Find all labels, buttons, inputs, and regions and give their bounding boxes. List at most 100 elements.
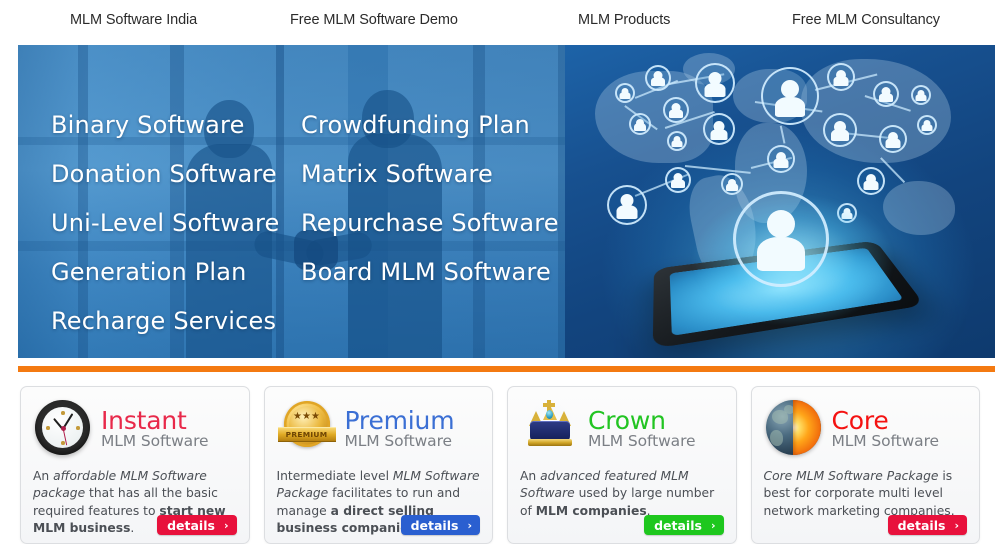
person-body-icon [671, 140, 683, 148]
product-card-crown[interactable]: Crown MLM Software An advanced featured … [507, 386, 737, 544]
details-button[interactable]: details › [400, 515, 480, 535]
clock-center-pin [60, 425, 66, 431]
earth-landmass [769, 430, 783, 446]
hero-link-generation-plan[interactable]: Generation Plan [51, 258, 279, 286]
network-node-hub [761, 67, 819, 125]
chevron-right-icon: › [710, 518, 716, 532]
card-header: Instant MLM Software [33, 397, 237, 459]
person-body-icon [726, 182, 738, 191]
person-body-icon [710, 128, 728, 140]
clock-marker [76, 426, 80, 430]
nav-item-free-mlm-consultancy[interactable]: Free MLM Consultancy [792, 12, 940, 28]
person-body-icon [885, 138, 901, 149]
nav-item-mlm-products[interactable]: MLM Products [578, 12, 670, 28]
network-node [721, 173, 743, 195]
network-node [827, 63, 855, 91]
card-header: Core MLM Software [764, 397, 968, 459]
person-body-icon [879, 93, 893, 103]
world-map-australia [883, 181, 955, 235]
details-button[interactable]: details › [644, 515, 724, 535]
card-description: An advanced featured MLM Software used b… [520, 469, 715, 518]
hero-link-matrix-software[interactable]: Matrix Software [301, 160, 559, 188]
person-head-icon [781, 79, 799, 98]
crown-icon [520, 399, 580, 457]
network-node [665, 167, 691, 193]
person-body-icon [921, 124, 933, 132]
card-title-group: Premium MLM Software [345, 406, 455, 449]
network-node [879, 125, 907, 153]
earth-sphere [765, 400, 821, 455]
network-node-featured [733, 191, 829, 287]
person-body-icon [775, 96, 805, 117]
nav-item-free-mlm-software-demo[interactable]: Free MLM Software Demo [290, 12, 458, 28]
hero-link-donation-software[interactable]: Donation Software [51, 160, 279, 188]
earth-landmass [783, 405, 794, 414]
hero-link-recharge-services[interactable]: Recharge Services [51, 307, 279, 335]
badge-ribbon-label: PREMIUM [285, 430, 328, 439]
nav-item-mlm-software-india[interactable]: MLM Software India [70, 12, 197, 28]
card-subtitle: MLM Software [831, 431, 940, 450]
network-node [629, 113, 651, 135]
earth-core-icon [764, 399, 824, 457]
earth-molten-core [793, 400, 821, 455]
clock-marker [61, 441, 65, 445]
person-head-icon [767, 210, 795, 239]
orange-divider [18, 366, 995, 372]
badge-ribbon: PREMIUM [277, 427, 336, 442]
card-title-group: Crown MLM Software [588, 406, 696, 450]
card-subtitle: MLM Software [588, 431, 696, 450]
product-card-premium[interactable]: ★★★ PREMIUM Premium MLM Software Interme… [263, 386, 493, 544]
card-title-group: Instant MLM Software [101, 406, 209, 450]
card-title: Core [831, 406, 889, 436]
card-description: Core MLM Software Package is best for co… [763, 469, 955, 518]
chevron-right-icon: › [467, 518, 472, 532]
card-subtitle: MLM Software [101, 431, 209, 450]
premium-badge-icon: ★★★ PREMIUM [277, 399, 337, 457]
network-node [663, 97, 689, 123]
network-node [767, 145, 795, 173]
person-body-icon [831, 129, 849, 142]
product-card-instant[interactable]: Instant MLM Software An affordable MLM S… [20, 386, 250, 544]
person-body-icon [863, 180, 879, 191]
person-body-icon [757, 237, 805, 272]
hero-link-crowdfunding-plan[interactable]: Crowdfunding Plan [301, 111, 559, 139]
clock-icon [33, 399, 93, 457]
hero-link-binary-software[interactable]: Binary Software [51, 111, 279, 139]
card-title: Premium [344, 406, 455, 436]
hero-link-repurchase-software[interactable]: Repurchase Software [301, 209, 559, 237]
hero-links-column-left: Binary Software Donation Software Uni-Le… [51, 111, 279, 356]
details-button[interactable]: details › [887, 515, 967, 535]
card-header: ★★★ PREMIUM Premium MLM Software [277, 397, 481, 459]
details-button[interactable]: details › [157, 515, 237, 535]
card-subtitle: MLM Software [344, 431, 453, 450]
card-title: Crown [588, 406, 666, 436]
earth-core-graphic [765, 400, 821, 455]
chevron-right-icon: › [223, 518, 229, 532]
network-node [645, 65, 671, 91]
product-card-row: Instant MLM Software An affordable MLM S… [20, 386, 980, 544]
network-node [911, 85, 931, 105]
card-title-group: Core MLM Software [831, 406, 940, 450]
details-button-label: details [897, 517, 946, 533]
clock-marker [46, 426, 50, 430]
hero-banner: Binary Software Donation Software Uni-Le… [18, 45, 995, 358]
hero-link-uni-level-software[interactable]: Uni-Level Software [51, 209, 279, 237]
crown-gem [546, 410, 553, 419]
network-node [823, 113, 857, 147]
crown-graphic [520, 399, 580, 457]
hero-link-board-mlm-software[interactable]: Board MLM Software [301, 258, 559, 286]
person-body-icon [704, 82, 726, 97]
clock-marker [61, 411, 65, 415]
network-node [873, 81, 899, 107]
clock-face [35, 400, 90, 455]
person-body-icon [833, 76, 849, 87]
person-body-icon [651, 77, 665, 87]
crown-band [528, 439, 572, 446]
person-body-icon [669, 109, 683, 119]
card-header: Crown MLM Software [520, 397, 724, 459]
details-button-label: details [654, 517, 702, 533]
details-button-label: details [410, 517, 459, 533]
network-node [667, 131, 687, 151]
product-card-core[interactable]: Core MLM Software Core MLM Software Pack… [750, 386, 980, 544]
network-node [703, 113, 735, 145]
